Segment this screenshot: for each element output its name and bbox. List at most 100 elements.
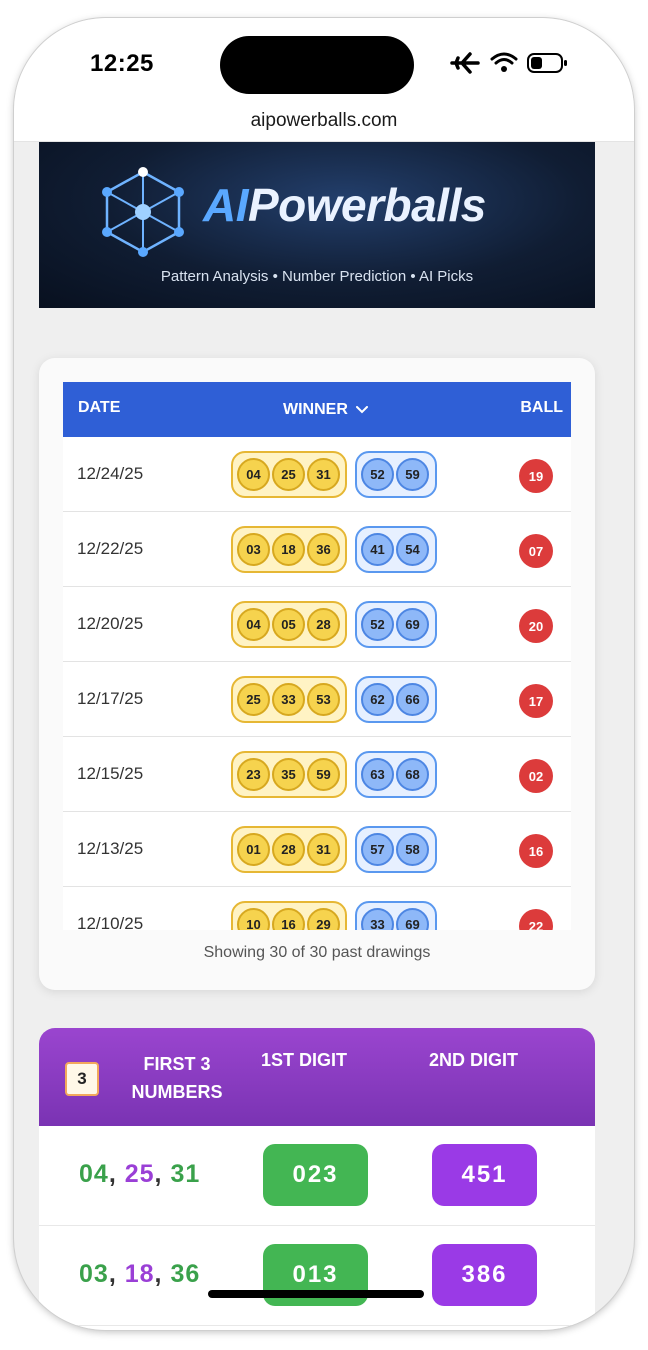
first-numbers-group: 25 33 53 bbox=[231, 676, 347, 723]
first-numbers-group: 04 05 28 bbox=[231, 601, 347, 648]
number-value: 18 bbox=[124, 1260, 155, 1288]
first-numbers-group: 03 18 36 bbox=[231, 526, 347, 573]
powerball: 20 bbox=[519, 609, 553, 643]
home-indicator[interactable] bbox=[208, 1290, 424, 1298]
last-numbers-group: 62 66 bbox=[355, 676, 437, 723]
white-ball: 23 bbox=[237, 758, 270, 791]
white-ball: 25 bbox=[272, 458, 305, 491]
first-numbers-group: 04 25 31 bbox=[231, 451, 347, 498]
winner-header-label: WINNER bbox=[283, 401, 348, 418]
first-numbers-header: FIRST 3 NUMBERS bbox=[131, 1054, 223, 1102]
white-ball: 01 bbox=[237, 833, 270, 866]
white-ball: 59 bbox=[307, 758, 340, 791]
white-ball: 31 bbox=[307, 458, 340, 491]
number-value: 03 bbox=[79, 1260, 109, 1288]
white-ball: 69 bbox=[396, 908, 429, 930]
table-header: DATE WINNER BALL bbox=[63, 382, 571, 437]
powerball: 16 bbox=[519, 834, 553, 868]
white-ball: 53 bbox=[307, 683, 340, 716]
brand-powerballs: Powerballs bbox=[248, 179, 486, 231]
first-numbers-group: 23 35 59 bbox=[231, 751, 347, 798]
white-ball: 36 bbox=[307, 533, 340, 566]
winner-column-header[interactable]: WINNER bbox=[283, 401, 369, 419]
white-ball: 52 bbox=[361, 608, 394, 641]
white-ball: 57 bbox=[361, 833, 394, 866]
second-digit-header: 2ND DIGIT bbox=[429, 1050, 519, 1070]
white-ball: 68 bbox=[396, 758, 429, 791]
powerball: 17 bbox=[519, 684, 553, 718]
status-time: 12:25 bbox=[90, 50, 154, 77]
battery-icon bbox=[527, 53, 567, 73]
powerball: 19 bbox=[519, 459, 553, 493]
last-numbers-group: 41 54 bbox=[355, 526, 437, 573]
second-digit-pill[interactable]: 386 bbox=[432, 1244, 537, 1306]
digits-row: 03, 18, 36 013 386 bbox=[39, 1226, 595, 1326]
table-row[interactable]: 12/10/25 10 16 29 33 69 22 bbox=[63, 887, 571, 930]
site-banner: AIPowerballs Pattern Analysis • Number P… bbox=[39, 142, 595, 308]
first-numbers-group: 10 16 29 bbox=[231, 901, 347, 930]
drawings-table[interactable]: DATE WINNER BALL 12/24/25 04 25 31 52 59 19 12/… bbox=[63, 382, 571, 930]
count-badge[interactable]: 3 bbox=[65, 1062, 99, 1096]
white-ball: 04 bbox=[237, 608, 270, 641]
network-logo-icon bbox=[102, 167, 184, 257]
draw-date: 12/17/25 bbox=[77, 689, 144, 708]
white-ball: 59 bbox=[396, 458, 429, 491]
table-row[interactable]: 12/24/25 04 25 31 52 59 19 bbox=[63, 437, 571, 512]
number-separator: , bbox=[108, 1260, 125, 1288]
table-row[interactable]: 12/20/25 04 05 28 52 69 20 bbox=[63, 587, 571, 662]
banner-tagline: Pattern Analysis • Number Prediction • A… bbox=[160, 268, 474, 285]
white-ball: 05 bbox=[272, 608, 305, 641]
draw-date: 12/20/25 bbox=[77, 614, 144, 633]
digits-card: 3 FIRST 3 NUMBERS 1ST DIGIT 2ND DIGIT 04… bbox=[39, 1028, 595, 1330]
phone-frame: 12:25 aipowerballs.com AIPowerballs Patt… bbox=[14, 18, 634, 1330]
first-digit-pill[interactable]: 023 bbox=[263, 1144, 368, 1206]
white-ball: 35 bbox=[272, 758, 305, 791]
last-numbers-group: 63 68 bbox=[355, 751, 437, 798]
white-ball: 28 bbox=[272, 833, 305, 866]
airplane-icon bbox=[450, 52, 480, 74]
address-bar[interactable]: aipowerballs.com bbox=[14, 104, 634, 142]
date-column-header: DATE bbox=[78, 399, 121, 416]
white-ball: 18 bbox=[272, 533, 305, 566]
powerball: 02 bbox=[519, 759, 553, 793]
second-digit-pill[interactable]: 451 bbox=[432, 1144, 537, 1206]
white-ball: 31 bbox=[307, 833, 340, 866]
white-ball: 33 bbox=[361, 908, 394, 930]
white-ball: 41 bbox=[361, 533, 394, 566]
last-numbers-group: 57 58 bbox=[355, 826, 437, 873]
powerball: 22 bbox=[519, 909, 553, 930]
status-bar: 12:25 bbox=[14, 18, 634, 104]
first-three-numbers: 04, 25, 31 bbox=[79, 1160, 200, 1189]
number-value: 31 bbox=[170, 1160, 201, 1188]
white-ball: 29 bbox=[307, 908, 340, 930]
number-value: 04 bbox=[79, 1160, 109, 1188]
showing-count: Showing 30 of 30 past drawings bbox=[203, 944, 431, 961]
wifi-icon bbox=[490, 52, 518, 72]
number-separator: , bbox=[154, 1160, 171, 1188]
draw-date: 12/13/25 bbox=[77, 839, 144, 858]
number-value: 36 bbox=[170, 1260, 201, 1288]
dynamic-island bbox=[220, 36, 414, 94]
table-row[interactable]: 12/22/25 03 18 36 41 54 07 bbox=[63, 512, 571, 587]
table-row[interactable]: 12/17/25 25 33 53 62 66 17 bbox=[63, 662, 571, 737]
white-ball: 04 bbox=[237, 458, 270, 491]
last-numbers-group: 33 69 bbox=[355, 901, 437, 930]
table-row[interactable]: 12/15/25 23 35 59 63 68 02 bbox=[63, 737, 571, 812]
first-three-numbers: 03, 18, 36 bbox=[79, 1260, 200, 1289]
table-row[interactable]: 12/13/25 01 28 31 57 58 16 bbox=[63, 812, 571, 887]
number-separator: , bbox=[108, 1160, 125, 1188]
digits-header: 3 FIRST 3 NUMBERS 1ST DIGIT 2ND DIGIT bbox=[39, 1028, 595, 1126]
white-ball: 28 bbox=[307, 608, 340, 641]
white-ball: 58 bbox=[396, 833, 429, 866]
first-digit-header: 1ST DIGIT bbox=[261, 1050, 348, 1070]
white-ball: 62 bbox=[361, 683, 394, 716]
powerball: 07 bbox=[519, 534, 553, 568]
white-ball: 25 bbox=[237, 683, 270, 716]
first-numbers-group: 01 28 31 bbox=[231, 826, 347, 873]
white-ball: 66 bbox=[396, 683, 429, 716]
brand-name: AIPowerballs bbox=[203, 178, 486, 232]
status-icons bbox=[450, 52, 567, 74]
draw-date: 12/24/25 bbox=[77, 464, 144, 483]
white-ball: 69 bbox=[396, 608, 429, 641]
white-ball: 16 bbox=[272, 908, 305, 930]
